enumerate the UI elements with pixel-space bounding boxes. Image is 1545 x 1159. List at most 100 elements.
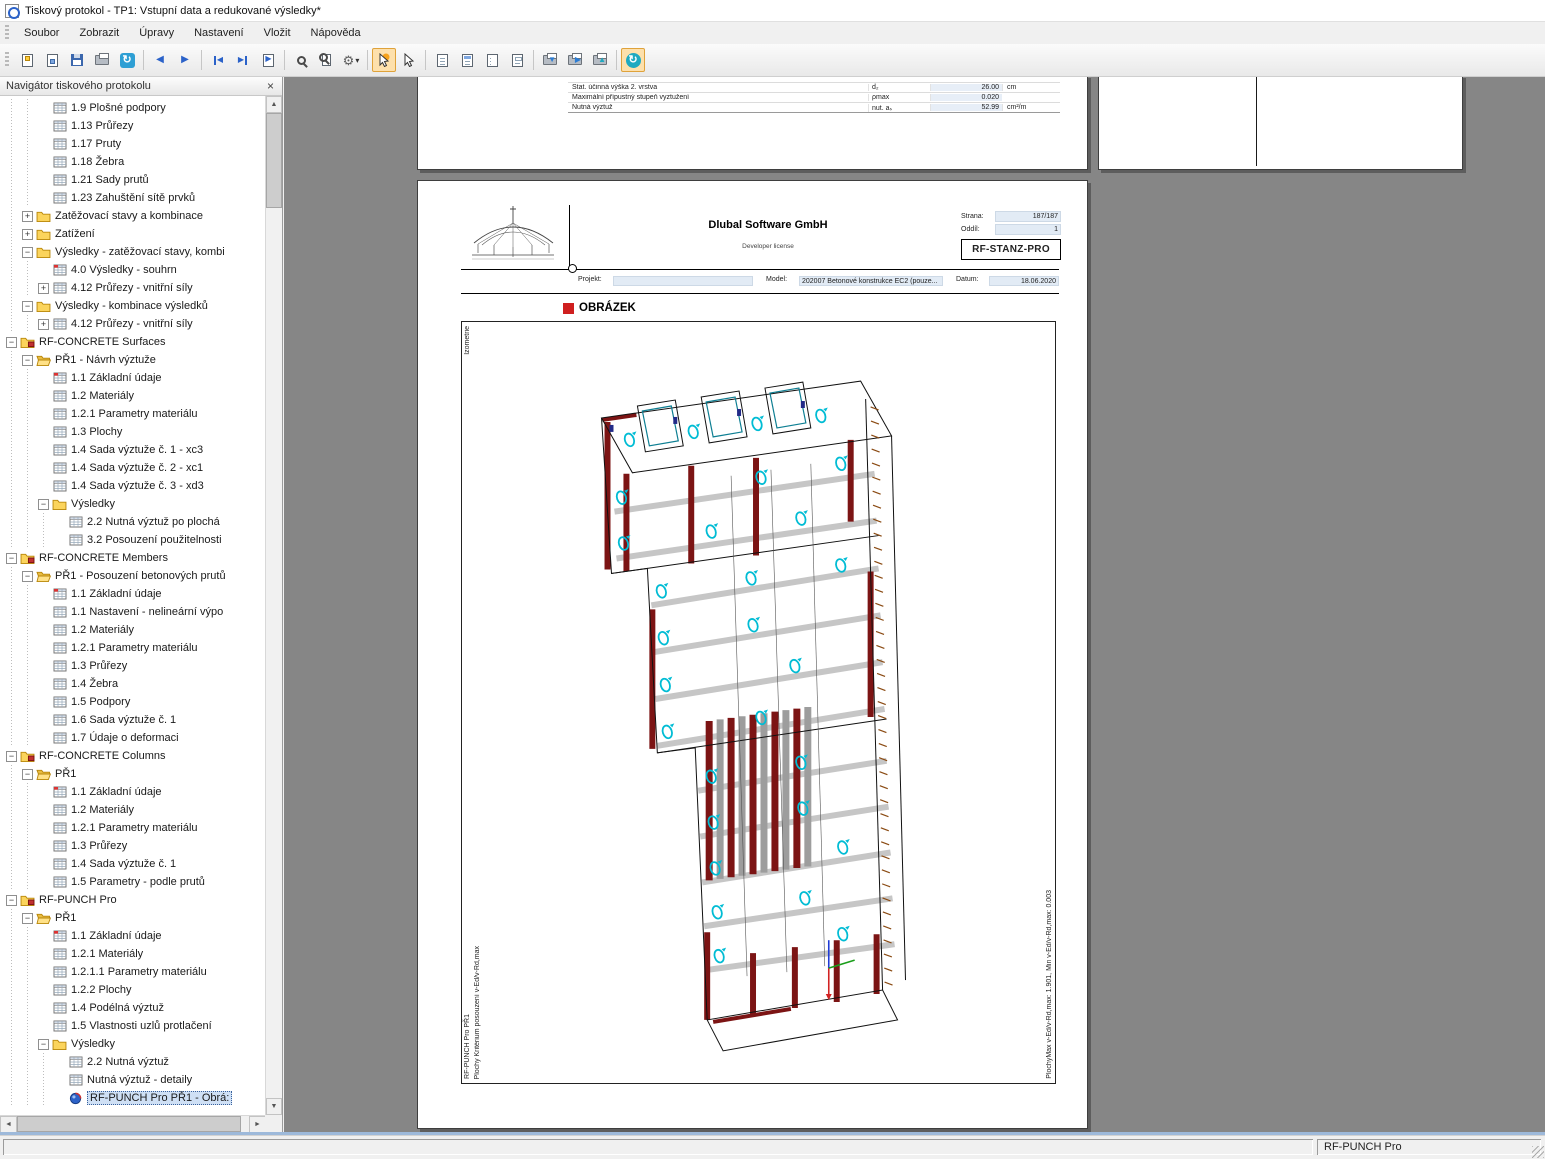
tree-item[interactable]: 1.13 Průřezy xyxy=(0,117,266,135)
tree-item[interactable]: 1.2 Materiály xyxy=(0,387,266,405)
tree-collapse-icon[interactable]: − xyxy=(22,247,33,258)
open-protocol-button[interactable] xyxy=(40,48,64,72)
tree-item[interactable]: −Výsledky - zatěžovací stavy, kombi xyxy=(0,243,266,261)
last-page-button[interactable]: ▶ xyxy=(231,48,255,72)
menu-item-2[interactable]: Úpravy xyxy=(129,24,184,42)
tree-collapse-icon[interactable]: − xyxy=(6,553,17,564)
tree-item[interactable]: 3.2 Posouzení použitelnosti xyxy=(0,531,266,549)
refresh-button[interactable]: ↻ xyxy=(115,48,139,72)
tree-collapse-icon[interactable]: − xyxy=(6,895,17,906)
tree-item[interactable]: 1.17 Pruty xyxy=(0,135,266,153)
tree-expand-icon[interactable]: + xyxy=(22,229,33,240)
tree-item[interactable]: 1.3 Plochy xyxy=(0,423,266,441)
view-facing-button[interactable] xyxy=(480,48,504,72)
tree-item[interactable]: −Výsledky - kombinace výsledků xyxy=(0,297,266,315)
tree-item[interactable]: −RF-PUNCH Pro xyxy=(0,891,266,909)
tree-item[interactable]: 1.21 Sady prutů xyxy=(0,171,266,189)
tree-item[interactable]: 1.18 Žebra xyxy=(0,153,266,171)
tree-item[interactable]: −RF-CONCRETE Members xyxy=(0,549,266,567)
tree-collapse-icon[interactable]: − xyxy=(22,355,33,366)
next-page-button[interactable]: ▶ xyxy=(173,48,197,72)
tree-collapse-icon[interactable]: − xyxy=(6,751,17,762)
tree-item[interactable]: 1.4 Žebra xyxy=(0,675,266,693)
tree-item[interactable]: −PŘ1 xyxy=(0,765,266,783)
tree-item[interactable]: 2.2 Nutná výztuž po plochá xyxy=(0,513,266,531)
save-button[interactable] xyxy=(65,48,89,72)
scroll-right-icon[interactable]: ► xyxy=(249,1116,266,1133)
view-continuous-button[interactable] xyxy=(455,48,479,72)
print-preview-area[interactable]: Stat. účinná výška 2. vrstvad₂26.00cmMax… xyxy=(284,77,1545,1132)
tree-item[interactable]: 1.4 Sada výztuže č. 1 - xc3 xyxy=(0,441,266,459)
tree-item[interactable]: −PŘ1 xyxy=(0,909,266,927)
tree-item[interactable]: 1.2 Materiály xyxy=(0,801,266,819)
tree-item[interactable]: 1.2 Materiály xyxy=(0,621,266,639)
resize-grip[interactable] xyxy=(1532,1146,1544,1158)
tree-item[interactable]: −Výsledky xyxy=(0,1035,266,1053)
select-mode-button[interactable] xyxy=(372,48,396,72)
tree-item[interactable]: 1.1 Základní údaje xyxy=(0,369,266,387)
tree-item[interactable]: 1.7 Údaje o deformaci xyxy=(0,729,266,747)
tree-item[interactable]: 1.3 Průřezy xyxy=(0,657,266,675)
tree-item[interactable]: −PŘ1 - Posouzení betonových prutů xyxy=(0,567,266,585)
tree-collapse-icon[interactable]: − xyxy=(22,301,33,312)
scroll-left-icon[interactable]: ◄ xyxy=(0,1116,17,1133)
close-icon[interactable]: × xyxy=(265,79,276,93)
tree-collapse-icon[interactable]: − xyxy=(38,499,49,510)
scroll-up-icon[interactable]: ▲ xyxy=(266,96,282,113)
tree-collapse-icon[interactable]: − xyxy=(22,769,33,780)
menu-item-1[interactable]: Zobrazit xyxy=(69,24,129,42)
tree-item[interactable]: 1.1 Nastavení - nelineární výpo xyxy=(0,603,266,621)
tree-item[interactable]: 1.3 Průřezy xyxy=(0,837,266,855)
tree-item[interactable]: 1.2.1 Parametry materiálu xyxy=(0,405,266,423)
tree-expand-icon[interactable]: + xyxy=(22,211,33,222)
tree-item[interactable]: 1.1 Základní údaje xyxy=(0,783,266,801)
tree-item[interactable]: +Zatěžovací stavy a kombinace xyxy=(0,207,266,225)
tree-collapse-icon[interactable]: − xyxy=(6,337,17,348)
export-pdf-button[interactable]: ▼ xyxy=(538,48,562,72)
tree-item[interactable]: −PŘ1 - Návrh výztuže xyxy=(0,351,266,369)
tree-expand-icon[interactable]: + xyxy=(38,283,49,294)
find-button[interactable] xyxy=(289,48,313,72)
tree-item[interactable]: 1.2.1 Parametry materiálu xyxy=(0,819,266,837)
tree-item[interactable]: 1.4 Sada výztuže č. 2 - xc1 xyxy=(0,459,266,477)
tree-item[interactable]: 1.2.1 Parametry materiálu xyxy=(0,639,266,657)
tree-item[interactable]: 1.2.2 Plochy xyxy=(0,981,266,999)
tree-item[interactable]: 1.5 Parametry - podle prutů xyxy=(0,873,266,891)
tree-item[interactable]: 1.9 Plošné podpory xyxy=(0,99,266,117)
tree-item[interactable]: −RF-CONCRETE Columns xyxy=(0,747,266,765)
batch-print-button[interactable]: ▲ xyxy=(588,48,612,72)
find-in-page-button[interactable] xyxy=(314,48,338,72)
tree-item[interactable]: 2.2 Nutná výztuž xyxy=(0,1053,266,1071)
tree-item[interactable]: 1.4 Sada výztuže č. 3 - xd3 xyxy=(0,477,266,495)
tree-item[interactable]: 1.1 Základní údaje xyxy=(0,585,266,603)
horizontal-scroll-thumb[interactable] xyxy=(17,1116,241,1132)
tree-item[interactable]: 1.4 Sada výztuže č. 1 xyxy=(0,855,266,873)
tree-item[interactable]: 1.1 Základní údaje xyxy=(0,927,266,945)
menu-item-5[interactable]: Nápověda xyxy=(301,24,371,42)
tree-item[interactable]: 1.2.1.1 Parametry materiálu xyxy=(0,963,266,981)
send-printer-button[interactable]: ▶ xyxy=(563,48,587,72)
update-view-button[interactable]: ↻ xyxy=(621,48,645,72)
goto-page-button[interactable]: ▶ xyxy=(256,48,280,72)
pointer-mode-button[interactable] xyxy=(397,48,421,72)
tree-item[interactable]: −RF-CONCRETE Surfaces xyxy=(0,333,266,351)
tree-item[interactable]: +Zatížení xyxy=(0,225,266,243)
tree-item[interactable]: Nutná výztuž - detaily xyxy=(0,1071,266,1089)
menu-item-3[interactable]: Nastavení xyxy=(184,24,254,42)
tree-item[interactable]: 1.23 Zahuštění sítě prvků xyxy=(0,189,266,207)
menu-item-0[interactable]: Soubor xyxy=(14,24,69,42)
tree-item[interactable]: 1.2.1 Materiály xyxy=(0,945,266,963)
display-settings-button[interactable]: ⚙▾ xyxy=(339,48,363,72)
tree-item[interactable]: RF-PUNCH Pro PŘ1 - Obrá: xyxy=(0,1089,266,1107)
tree-item[interactable]: +4.12 Průřezy - vnitřní síly xyxy=(0,315,266,333)
tree-collapse-icon[interactable]: − xyxy=(22,913,33,924)
print-button[interactable] xyxy=(90,48,114,72)
view-thumbnails-button[interactable] xyxy=(505,48,529,72)
scroll-down-icon[interactable]: ▼ xyxy=(266,1098,282,1115)
tree-item[interactable]: −Výsledky xyxy=(0,495,266,513)
first-page-button[interactable]: ◀ xyxy=(206,48,230,72)
tree-item[interactable]: +4.12 Průřezy - vnitřní síly xyxy=(0,279,266,297)
view-single-page-button[interactable] xyxy=(430,48,454,72)
tree-collapse-icon[interactable]: − xyxy=(38,1039,49,1050)
tree-item[interactable]: 1.4 Podélná výztuž xyxy=(0,999,266,1017)
